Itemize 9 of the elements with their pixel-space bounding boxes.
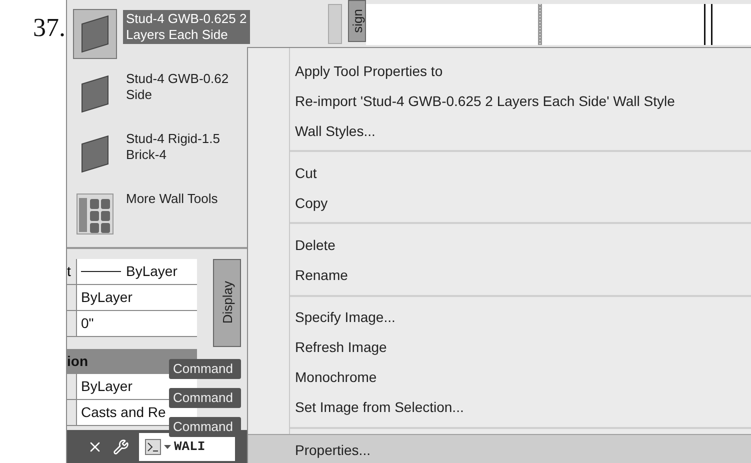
property-value: 0" [80,314,95,333]
command-tooltip: Command [169,388,241,408]
property-value-text: ByLayer [126,262,178,281]
property-label: t [67,258,77,284]
command-tooltip: Command [169,359,241,379]
property-value: ByLayer [80,288,134,307]
command-tooltip: Command [169,417,241,437]
step-number: 37. [32,12,66,44]
property-value: Casts and Re [80,402,167,422]
